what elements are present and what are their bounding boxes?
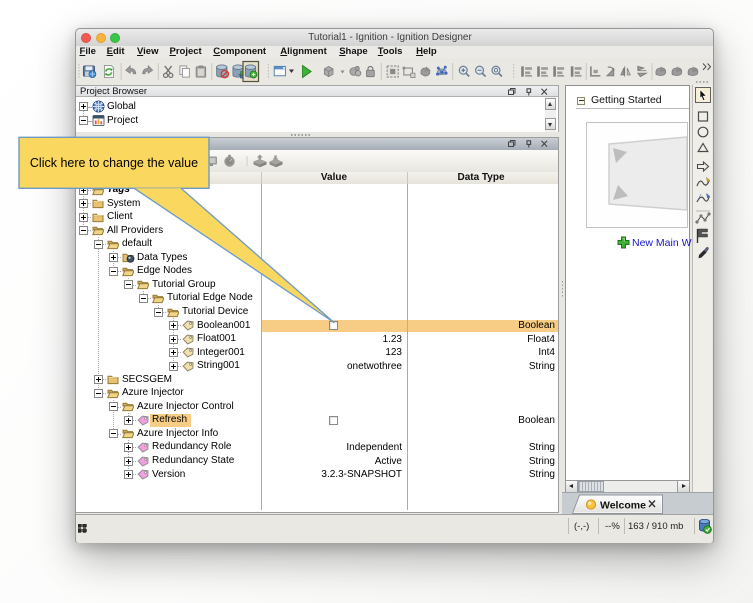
svg-text:Welcome: Welcome xyxy=(600,500,646,512)
